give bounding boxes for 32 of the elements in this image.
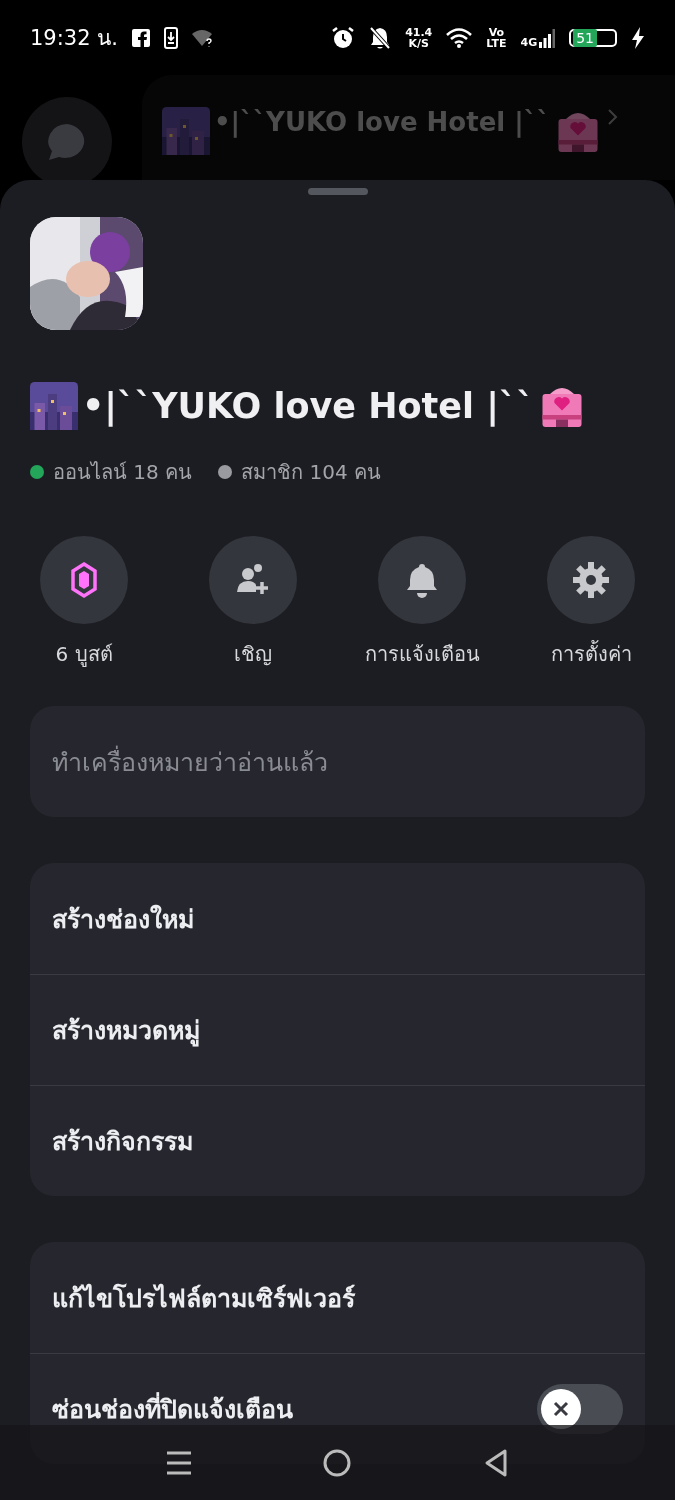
volte-indicator: Vo LTE	[486, 26, 507, 49]
menu-item[interactable]: สร้างหมวดหมู่	[30, 974, 645, 1085]
settings-action[interactable]: การตั้งค่า	[527, 536, 655, 670]
signal-icon	[539, 27, 556, 48]
notifications-action[interactable]: การแจ้งเตือน	[358, 536, 486, 670]
network-speed: 41.4 K/S	[405, 26, 433, 49]
settings-icon	[571, 560, 611, 600]
menu-item[interactable]: แก้ไขโปรไฟล์ตามเซิร์ฟเวอร์	[30, 1242, 645, 1353]
chevron-right-icon	[605, 107, 620, 127]
boost-action[interactable]: 6 บูสต์	[20, 536, 148, 670]
close-icon	[551, 1399, 571, 1419]
server-title: •|``YUKO love Hotel |``	[214, 107, 550, 137]
muted-bell-icon	[369, 25, 392, 50]
member-count: สมาชิก 104 คน	[241, 459, 382, 486]
home-icon[interactable]	[322, 1447, 353, 1478]
battery-indicator: 51	[569, 28, 617, 47]
download-phone-icon	[163, 26, 178, 49]
alarm-icon	[331, 25, 356, 50]
facebook-icon	[131, 28, 150, 47]
invite-action[interactable]: เชิญ	[189, 536, 317, 670]
drag-handle[interactable]	[307, 188, 368, 195]
network-type: 4G	[520, 36, 538, 48]
city-icon	[162, 107, 210, 155]
menu-item[interactable]: สร้างช่องใหม่	[30, 863, 645, 974]
charging-icon	[631, 26, 645, 49]
wifi-icon	[446, 26, 473, 49]
member-count: ออนไลน์ 18 คน	[53, 459, 193, 486]
server-name: •|``YUKO love Hotel |``	[82, 386, 534, 426]
city-icon	[30, 382, 78, 430]
clock-time: 19:32 น.	[30, 25, 118, 52]
menu-item[interactable]: สร้างกิจกรรม	[30, 1085, 645, 1196]
wifi-unknown-icon	[191, 28, 214, 47]
